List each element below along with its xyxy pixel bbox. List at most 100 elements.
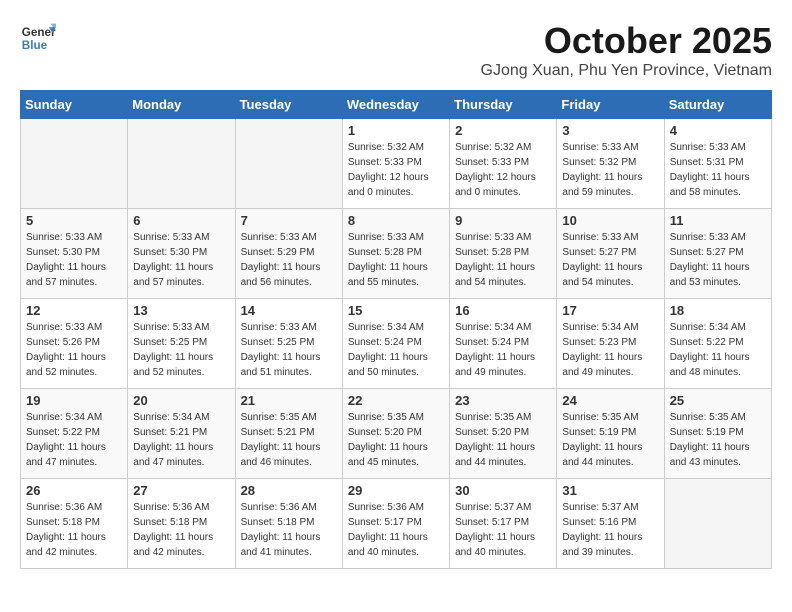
calendar-cell: 21 Sunrise: 5:35 AMSunset: 5:21 PMDayligh… — [235, 389, 342, 479]
calendar-cell: 14 Sunrise: 5:33 AMSunset: 5:25 PMDayligh… — [235, 299, 342, 389]
calendar-cell: 9 Sunrise: 5:33 AMSunset: 5:28 PMDaylight… — [450, 209, 557, 299]
weekday-header-wednesday: Wednesday — [342, 91, 449, 119]
day-info: Sunrise: 5:33 AMSunset: 5:29 PMDaylight:… — [241, 230, 337, 290]
day-info: Sunrise: 5:33 AMSunset: 5:27 PMDaylight:… — [670, 230, 766, 290]
calendar-table: SundayMondayTuesdayWednesdayThursdayFrid… — [20, 90, 772, 569]
calendar-cell: 7 Sunrise: 5:33 AMSunset: 5:29 PMDaylight… — [235, 209, 342, 299]
day-number: 8 — [348, 213, 444, 228]
calendar-week-2: 5 Sunrise: 5:33 AMSunset: 5:30 PMDaylight… — [21, 209, 772, 299]
day-info: Sunrise: 5:33 AMSunset: 5:32 PMDaylight:… — [562, 140, 658, 200]
weekday-header-tuesday: Tuesday — [235, 91, 342, 119]
calendar-cell: 6Sunrise: 5:33 AMSunset: 5:30 PMDaylight… — [128, 209, 235, 299]
day-number: 15 — [348, 303, 444, 318]
location-subtitle: GJong Xuan, Phu Yen Province, Vietnam — [481, 62, 772, 80]
calendar-cell: 16 Sunrise: 5:34 AMSunset: 5:24 PMDayligh… — [450, 299, 557, 389]
day-info: Sunrise: 5:32 AMSunset: 5:33 PMDaylight:… — [348, 140, 444, 200]
title-block: October 2025 GJong Xuan, Phu Yen Provinc… — [481, 20, 772, 80]
day-info: Sunrise: 5:35 AMSunset: 5:21 PMDaylight:… — [241, 410, 337, 470]
day-info: Sunrise: 5:33 AMSunset: 5:27 PMDaylight:… — [562, 230, 658, 290]
day-info: Sunrise: 5:35 AMSunset: 5:19 PMDaylight:… — [670, 410, 766, 470]
day-info: Sunrise: 5:33 AMSunset: 5:28 PMDaylight:… — [455, 230, 551, 290]
calendar-cell: 24 Sunrise: 5:35 AMSunset: 5:19 PMDayligh… — [557, 389, 664, 479]
day-number: 19 — [26, 393, 122, 408]
day-info: Sunrise: 5:33 AMSunset: 5:25 PMDaylight:… — [241, 320, 337, 380]
day-info: Sunrise: 5:37 AMSunset: 5:16 PMDaylight:… — [562, 500, 658, 560]
calendar-cell: 29 Sunrise: 5:36 AMSunset: 5:17 PMDayligh… — [342, 479, 449, 569]
day-number: 4 — [670, 123, 766, 138]
day-number: 2 — [455, 123, 551, 138]
calendar-week-5: 26Sunrise: 5:36 AMSunset: 5:18 PMDayligh… — [21, 479, 772, 569]
day-number: 22 — [348, 393, 444, 408]
weekday-header-thursday: Thursday — [450, 91, 557, 119]
calendar-week-3: 12 Sunrise: 5:33 AMSunset: 5:26 PMDayligh… — [21, 299, 772, 389]
day-number: 18 — [670, 303, 766, 318]
day-number: 21 — [241, 393, 337, 408]
day-info: Sunrise: 5:36 AMSunset: 5:18 PMDaylight:… — [26, 500, 122, 560]
calendar-week-1: 1 Sunrise: 5:32 AMSunset: 5:33 PMDaylight… — [21, 119, 772, 209]
day-number: 1 — [348, 123, 444, 138]
day-number: 16 — [455, 303, 551, 318]
day-info: Sunrise: 5:34 AMSunset: 5:24 PMDaylight:… — [455, 320, 551, 380]
day-number: 3 — [562, 123, 658, 138]
calendar-cell: 5 Sunrise: 5:33 AMSunset: 5:30 PMDaylight… — [21, 209, 128, 299]
day-info: Sunrise: 5:34 AMSunset: 5:24 PMDaylight:… — [348, 320, 444, 380]
svg-text:Blue: Blue — [22, 39, 48, 52]
day-info: Sunrise: 5:35 AMSunset: 5:20 PMDaylight:… — [348, 410, 444, 470]
calendar-week-4: 19 Sunrise: 5:34 AMSunset: 5:22 PMDayligh… — [21, 389, 772, 479]
day-info: Sunrise: 5:34 AMSunset: 5:22 PMDaylight:… — [26, 410, 122, 470]
logo: General Blue — [20, 20, 56, 56]
day-info: Sunrise: 5:33 AMSunset: 5:28 PMDaylight:… — [348, 230, 444, 290]
calendar-cell: 10 Sunrise: 5:33 AMSunset: 5:27 PMDayligh… — [557, 209, 664, 299]
day-number: 29 — [348, 483, 444, 498]
day-number: 31 — [562, 483, 658, 498]
day-info: Sunrise: 5:35 AMSunset: 5:20 PMDaylight:… — [455, 410, 551, 470]
day-number: 6 — [133, 213, 229, 228]
calendar-cell — [128, 119, 235, 209]
calendar-cell — [664, 479, 771, 569]
day-info: Sunrise: 5:33 AMSunset: 5:25 PMDaylight:… — [133, 320, 229, 380]
calendar-cell: 27Sunrise: 5:36 AMSunset: 5:18 PMDayligh… — [128, 479, 235, 569]
day-info: Sunrise: 5:33 AMSunset: 5:26 PMDaylight:… — [26, 320, 122, 380]
calendar-cell — [21, 119, 128, 209]
calendar-cell: 18 Sunrise: 5:34 AMSunset: 5:22 PMDayligh… — [664, 299, 771, 389]
day-number: 28 — [241, 483, 337, 498]
day-info: Sunrise: 5:34 AMSunset: 5:21 PMDaylight:… — [133, 410, 229, 470]
day-number: 5 — [26, 213, 122, 228]
calendar-cell: 26Sunrise: 5:36 AMSunset: 5:18 PMDayligh… — [21, 479, 128, 569]
day-info: Sunrise: 5:36 AMSunset: 5:18 PMDaylight:… — [241, 500, 337, 560]
calendar-cell: 31 Sunrise: 5:37 AMSunset: 5:16 PMDayligh… — [557, 479, 664, 569]
day-number: 20 — [133, 393, 229, 408]
day-number: 17 — [562, 303, 658, 318]
day-number: 25 — [670, 393, 766, 408]
day-number: 14 — [241, 303, 337, 318]
calendar-cell: 11Sunrise: 5:33 AMSunset: 5:27 PMDayligh… — [664, 209, 771, 299]
calendar-cell: 15 Sunrise: 5:34 AMSunset: 5:24 PMDayligh… — [342, 299, 449, 389]
day-number: 24 — [562, 393, 658, 408]
day-info: Sunrise: 5:36 AMSunset: 5:17 PMDaylight:… — [348, 500, 444, 560]
day-info: Sunrise: 5:34 AMSunset: 5:23 PMDaylight:… — [562, 320, 658, 380]
day-info: Sunrise: 5:34 AMSunset: 5:22 PMDaylight:… — [670, 320, 766, 380]
calendar-cell: 25 Sunrise: 5:35 AMSunset: 5:19 PMDayligh… — [664, 389, 771, 479]
day-info: Sunrise: 5:33 AMSunset: 5:30 PMDaylight:… — [26, 230, 122, 290]
logo-icon: General Blue — [20, 20, 56, 56]
calendar-cell: 28 Sunrise: 5:36 AMSunset: 5:18 PMDayligh… — [235, 479, 342, 569]
weekday-header-row: SundayMondayTuesdayWednesdayThursdayFrid… — [21, 91, 772, 119]
page-header: General Blue October 2025 GJong Xuan, Ph… — [20, 20, 772, 80]
calendar-cell: 1 Sunrise: 5:32 AMSunset: 5:33 PMDaylight… — [342, 119, 449, 209]
weekday-header-friday: Friday — [557, 91, 664, 119]
calendar-cell: 20 Sunrise: 5:34 AMSunset: 5:21 PMDayligh… — [128, 389, 235, 479]
day-info: Sunrise: 5:36 AMSunset: 5:18 PMDaylight:… — [133, 500, 229, 560]
month-title: October 2025 — [481, 20, 772, 62]
calendar-cell: 23Sunrise: 5:35 AMSunset: 5:20 PMDayligh… — [450, 389, 557, 479]
calendar-cell — [235, 119, 342, 209]
calendar-cell: 19 Sunrise: 5:34 AMSunset: 5:22 PMDayligh… — [21, 389, 128, 479]
day-number: 7 — [241, 213, 337, 228]
calendar-cell: 2Sunrise: 5:32 AMSunset: 5:33 PMDaylight… — [450, 119, 557, 209]
day-info: Sunrise: 5:35 AMSunset: 5:19 PMDaylight:… — [562, 410, 658, 470]
weekday-header-sunday: Sunday — [21, 91, 128, 119]
day-number: 9 — [455, 213, 551, 228]
weekday-header-saturday: Saturday — [664, 91, 771, 119]
day-number: 10 — [562, 213, 658, 228]
calendar-cell: 22 Sunrise: 5:35 AMSunset: 5:20 PMDayligh… — [342, 389, 449, 479]
day-number: 12 — [26, 303, 122, 318]
